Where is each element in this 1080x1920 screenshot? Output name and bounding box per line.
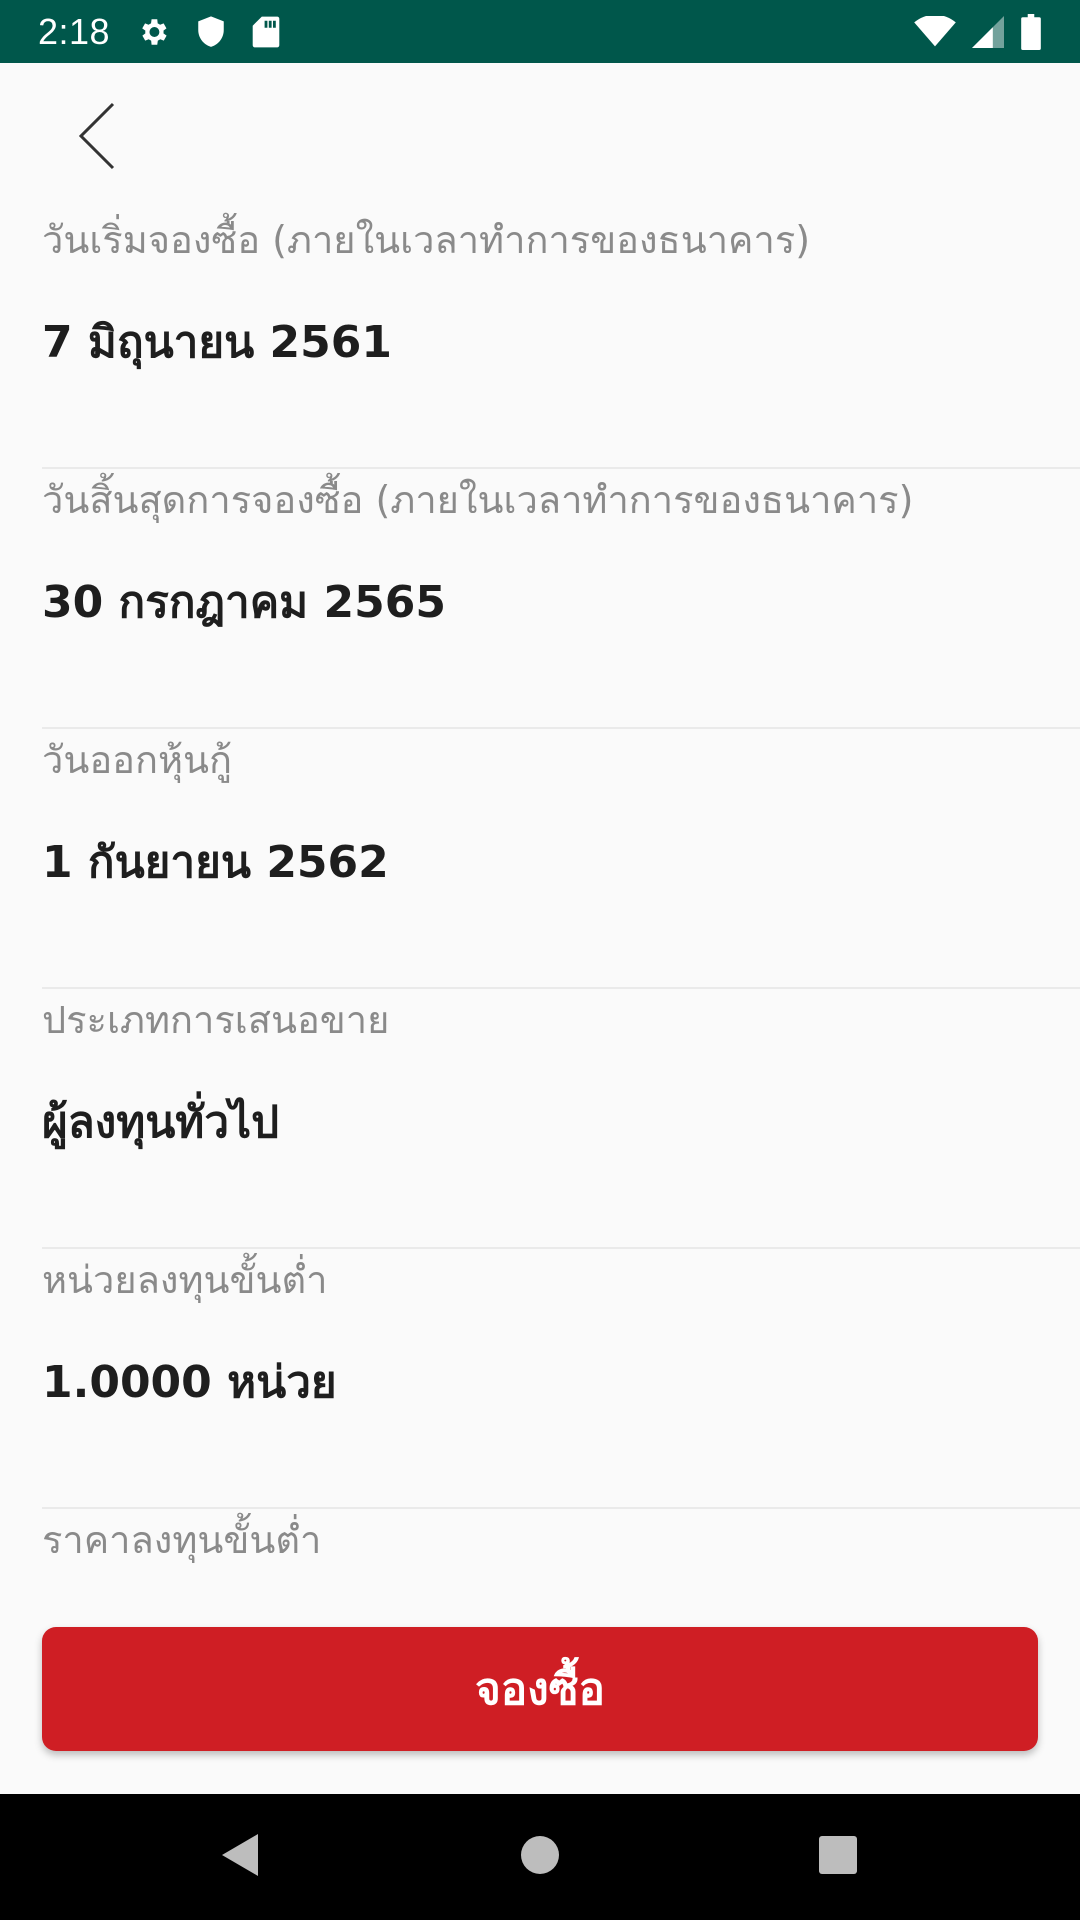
detail-row-subscription-start: วันเริ่มจองซื้อ (ภายในเวลาทำการของธนาคาร… [42, 209, 1080, 469]
battery-icon [1020, 13, 1042, 50]
field-label: วันออกหุ้นกู้ [42, 738, 232, 782]
detail-list: วันเริ่มจองซื้อ (ภายในเวลาทำการของธนาคาร… [0, 209, 1080, 1769]
field-value: 1.0000 หน่วย [42, 1357, 337, 1408]
field-value: ผู้ลงทุนทั่วไป [42, 1097, 280, 1148]
subscribe-button[interactable]: จองซื้อ [42, 1627, 1038, 1751]
wifi-icon [914, 15, 956, 48]
status-bar-right [914, 13, 1042, 50]
sd-card-icon [252, 15, 280, 49]
chevron-left-icon [75, 100, 119, 176]
nav-home-button[interactable] [510, 1827, 570, 1887]
field-label: หน่วยลงทุนขั้นต่ำ [42, 1258, 328, 1302]
field-label: วันสิ้นสุดการจองซื้อ (ภายในเวลาทำการของธ… [42, 478, 914, 522]
field-value: 1 กันยายน 2562 [42, 837, 389, 888]
recents-square-icon [818, 1835, 858, 1879]
status-time: 2:18 [38, 10, 111, 52]
nav-back-button[interactable] [210, 1827, 270, 1887]
field-label: วันเริ่มจองซื้อ (ภายในเวลาทำการของธนาคาร… [42, 218, 811, 262]
back-triangle-icon [218, 1830, 262, 1884]
status-bar: 2:18 [0, 0, 1080, 63]
home-circle-icon [520, 1835, 560, 1879]
gear-icon [136, 15, 170, 49]
navigation-bar [0, 1794, 1080, 1920]
detail-row-issue-date: วันออกหุ้นกู้ 1 กันยายน 2562 [42, 729, 1080, 989]
field-label: ราคาลงทุนขั้นต่ำ [42, 1518, 322, 1562]
main-content: วันเริ่มจองซื้อ (ภายในเวลาทำการของธนาคาร… [0, 63, 1080, 1794]
field-label: ประเภทการเสนอขาย [42, 998, 390, 1042]
detail-row-subscription-end: วันสิ้นสุดการจองซื้อ (ภายในเวลาทำการของธ… [42, 469, 1080, 729]
field-value: 30 กรกฎาคม 2565 [42, 577, 446, 628]
cellular-signal-icon [972, 15, 1004, 48]
top-app-bar [0, 63, 1080, 209]
detail-row-minimum-units: หน่วยลงทุนขั้นต่ำ 1.0000 หน่วย [42, 1249, 1080, 1509]
nav-recents-button[interactable] [808, 1827, 868, 1887]
status-bar-left: 2:18 [38, 11, 280, 53]
field-value: 7 มิถุนายน 2561 [42, 317, 393, 368]
detail-row-offering-type: ประเภทการเสนอขาย ผู้ลงทุนทั่วไป [42, 989, 1080, 1249]
shield-icon [196, 15, 226, 49]
back-button[interactable] [52, 93, 142, 183]
